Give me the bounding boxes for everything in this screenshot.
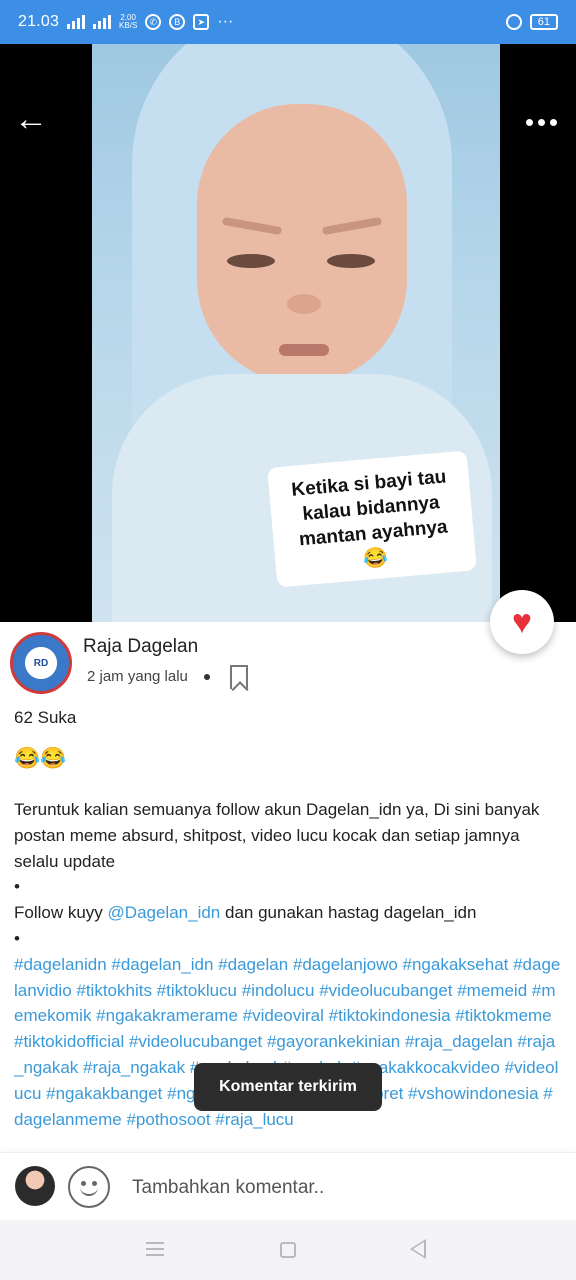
emoji-smile-icon[interactable]: [68, 1166, 110, 1208]
more-dots-icon[interactable]: [526, 112, 562, 132]
alarm-icon: [505, 14, 522, 30]
user-avatar[interactable]: [15, 1166, 55, 1206]
signal-icon-2: [93, 15, 112, 29]
post-emoji-line: 😂😂: [14, 747, 67, 770]
bullet: •: [14, 928, 20, 948]
author-name[interactable]: Raja Dagelan: [83, 636, 198, 658]
more-notifications-icon: ···: [217, 13, 234, 30]
toast-message: Komentar terkirim: [194, 1063, 382, 1111]
status-bar: 21.03 2.00 KB/S ✆ B ➤ ··· 61: [0, 0, 576, 44]
separator-dot: [203, 673, 210, 680]
comment-bar: [0, 1152, 576, 1220]
follow-line: Follow kuyy @Dagelan_idn dan gunakan has…: [14, 903, 477, 923]
likes-count[interactable]: 62 Suka: [14, 708, 76, 728]
whatsapp-business-icon: B: [169, 14, 186, 30]
bookmark-icon[interactable]: [230, 665, 248, 689]
signal-icon: [67, 15, 86, 29]
status-time: 21.03: [18, 13, 60, 30]
nav-home-icon[interactable]: [280, 1242, 296, 1258]
telegram-icon: ➤: [193, 14, 210, 30]
post-meta: 2 jam yang lalu: [87, 668, 210, 685]
comment-input[interactable]: [132, 1173, 552, 1203]
description-paragraph: Teruntuk kalian semuanya follow akun Dag…: [14, 800, 540, 871]
net-speed: 2.00 KB/S: [119, 13, 138, 30]
mention-link[interactable]: @Dagelan_idn: [108, 903, 221, 922]
post-media[interactable]: Ketika si bayi tau kalau bidannya mantan…: [0, 44, 576, 622]
image-caption: Ketika si bayi tau kalau bidannya mantan…: [290, 466, 449, 551]
author-avatar[interactable]: RD: [10, 632, 72, 694]
bullet: •: [14, 877, 20, 897]
like-button[interactable]: ♥: [490, 590, 554, 654]
nav-menu-icon[interactable]: [146, 1242, 164, 1256]
post-time: 2 jam yang lalu: [87, 668, 188, 685]
nav-back-icon[interactable]: [410, 1239, 426, 1259]
system-nav-bar: [0, 1220, 576, 1280]
battery-icon: 61: [529, 14, 558, 30]
post-photo: Ketika si bayi tau kalau bidannya mantan…: [92, 44, 500, 622]
back-arrow-icon[interactable]: ←: [14, 102, 50, 136]
image-caption-card: Ketika si bayi tau kalau bidannya mantan…: [267, 450, 477, 588]
heart-icon: ♥: [511, 603, 533, 641]
whatsapp-icon: ✆: [145, 14, 162, 30]
